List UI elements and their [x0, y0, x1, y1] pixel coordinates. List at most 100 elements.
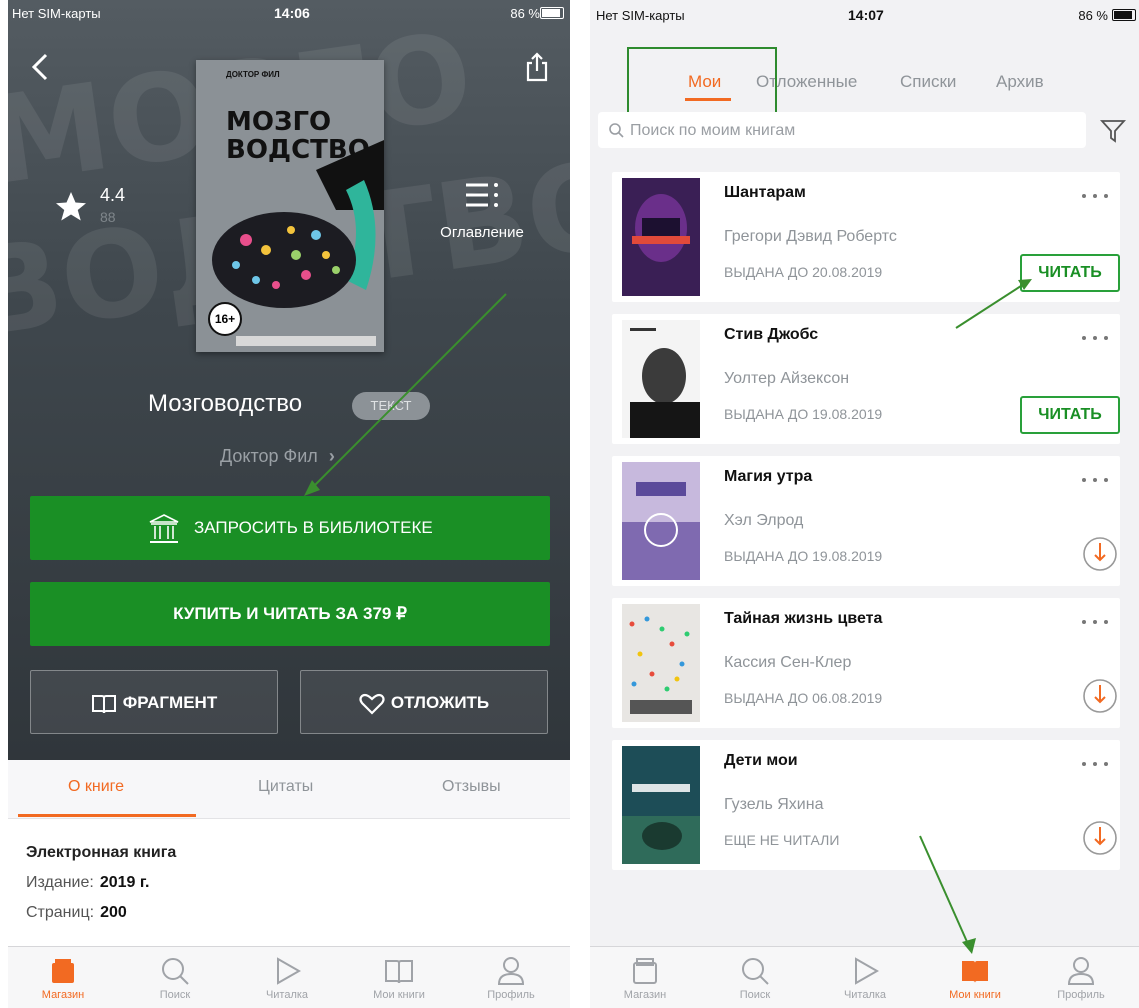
tabbar-my-books[interactable]: Мои книги	[920, 951, 1030, 1001]
info-edition-row: Издание: 2019 г.	[26, 874, 150, 891]
tab-reviews[interactable]: Отзывы	[442, 778, 501, 796]
book-cover[interactable]: ДОКТОР ФИЛ МОЗГО ВОДСТВО 16+	[196, 60, 384, 352]
fragment-label: ФРАГМЕНТ	[122, 693, 218, 712]
tabbar-profile[interactable]: Профиль	[456, 951, 566, 1001]
book-author: Кассия Сен-Клер	[724, 654, 852, 671]
book-author: Хэл Элрод	[724, 512, 804, 529]
search-icon	[742, 958, 769, 985]
fragment-button[interactable]: ФРАГМЕНТ	[30, 670, 278, 734]
book-title: Дети мои	[724, 752, 798, 769]
search-icon	[162, 958, 189, 985]
active-tab-underline	[18, 814, 196, 817]
book-card-my-children[interactable]: Дети мои Гузель Яхина ЕЩЕ НЕ ЧИТАЛИ	[612, 740, 1120, 870]
filter-icon[interactable]	[1100, 118, 1126, 144]
book-author: Гузель Яхина	[724, 796, 824, 813]
book-detail-screen: МОЗГО ВОДСТВО Нет SIM-карты 14:06 86 % Д…	[8, 0, 570, 1008]
book-title: Шантарам	[724, 184, 806, 201]
age-rating-badge: 16+	[208, 302, 242, 336]
carrier-text: Нет SIM-карты	[12, 6, 101, 21]
book-read-status: ЕЩЕ НЕ ЧИТАЛИ	[724, 832, 840, 848]
author-link[interactable]: Доктор Фил ›	[220, 446, 335, 467]
download-icon[interactable]	[1082, 678, 1118, 714]
profile-icon	[1067, 957, 1095, 985]
status-bar: Нет SIM-карты 14:06 86 %	[12, 4, 564, 24]
battery-icon	[540, 7, 564, 19]
tab-quotes[interactable]: Цитаты	[258, 778, 313, 796]
tabbar-search[interactable]: Поиск	[120, 951, 230, 1001]
toc-button[interactable]: Оглавление	[422, 180, 542, 241]
tabbar-my-books[interactable]: Мои книги	[344, 951, 454, 1001]
book-info-body: Электронная книга Издание: 2019 г. Страни…	[26, 844, 176, 934]
book-cover-thumbnail	[622, 746, 700, 864]
back-icon[interactable]	[28, 52, 54, 82]
more-options-icon[interactable]	[1080, 760, 1110, 768]
edition-value: 2019 г.	[99, 874, 150, 891]
book-cover-thumbnail	[622, 604, 700, 722]
read-button[interactable]: ЧИТАТЬ	[1020, 396, 1120, 434]
tabbar-store[interactable]: Магазин	[590, 951, 700, 1001]
open-book-icon	[91, 694, 116, 713]
request-library-button[interactable]: ЗАПРОСИТЬ В БИБЛИОТЕКЕ	[30, 496, 550, 560]
book-author: Грегори Дэвид Робертс	[724, 228, 897, 245]
rating-value: 4.4	[100, 185, 126, 205]
download-icon[interactable]	[1082, 536, 1118, 572]
info-pages-row: Страниц: 200	[26, 904, 127, 921]
defer-button[interactable]: ОТЛОЖИТЬ	[300, 670, 548, 734]
more-options-icon[interactable]	[1080, 476, 1110, 484]
request-library-label: ЗАПРОСИТЬ В БИБЛИОТЕКЕ	[193, 518, 433, 537]
book-card-secret-life-of-color[interactable]: Тайная жизнь цвета Кассия Сен-Клер ВЫДАН…	[612, 598, 1120, 728]
tabbar-search[interactable]: Поиск	[700, 951, 810, 1001]
battery-percent: 86 %	[510, 6, 540, 21]
library-icon	[149, 513, 179, 543]
search-placeholder: Поиск по моим книгам	[630, 122, 796, 139]
carrier-text: Нет SIM-карты	[596, 8, 685, 23]
book-card-steve-jobs[interactable]: Стив Джобс Уолтер Айзексон ВЫДАНА ДО 19.…	[612, 314, 1120, 444]
battery-icon	[1112, 9, 1136, 21]
search-input[interactable]: Поиск по моим книгам	[598, 112, 1086, 148]
store-icon	[52, 959, 74, 983]
book-title: Магия утра	[724, 468, 813, 485]
pages-value: 200	[100, 904, 127, 921]
heart-icon	[359, 693, 385, 715]
book-card-shantaram[interactable]: Шантарам Грегори Дэвид Робертс ВЫДАНА ДО…	[612, 172, 1120, 302]
more-options-icon[interactable]	[1080, 192, 1110, 200]
status-bar: Нет SIM-карты 14:07 86 %	[596, 6, 1136, 26]
tab-archive[interactable]: Архив	[996, 72, 1044, 92]
more-options-icon[interactable]	[1080, 334, 1110, 342]
book-author: Уолтер Айзексон	[724, 370, 850, 387]
tabbar-profile[interactable]: Профиль	[1026, 951, 1136, 1001]
play-icon	[277, 957, 302, 985]
book-loan-status: ВЫДАНА ДО 19.08.2019	[724, 406, 883, 422]
book-info-panel: О книге Цитаты Отзывы Электронная книга …	[8, 760, 570, 950]
play-icon	[855, 957, 880, 985]
book-cover-thumbnail	[622, 462, 700, 580]
book-icon	[385, 960, 413, 984]
tabbar-reader[interactable]: Читалка	[810, 951, 920, 1001]
book-cover-thumbnail	[622, 320, 700, 438]
book-cover-thumbnail	[622, 178, 700, 296]
book-loan-status: ВЫДАНА ДО 06.08.2019	[724, 690, 883, 706]
book-title: Мозговодство	[148, 390, 303, 417]
defer-label: ОТЛОЖИТЬ	[390, 693, 490, 712]
tab-lists[interactable]: Списки	[900, 72, 956, 92]
book-title: Тайная жизнь цвета	[724, 610, 883, 627]
read-button[interactable]: ЧИТАТЬ	[1020, 254, 1120, 292]
battery-percent: 86 %	[1078, 8, 1108, 23]
profile-icon	[497, 957, 525, 985]
share-icon[interactable]	[524, 52, 550, 82]
my-books-screen: Нет SIM-карты 14:07 86 % Мои Отложенные …	[590, 0, 1139, 1008]
info-tabs: О книге Цитаты Отзывы	[8, 760, 570, 819]
book-loan-status: ВЫДАНА ДО 19.08.2019	[724, 548, 883, 564]
book-card-morning-magic[interactable]: Магия утра Хэл Элрод ВЫДАНА ДО 19.08.201…	[612, 456, 1120, 586]
tabbar-reader[interactable]: Читалка	[232, 951, 342, 1001]
tab-about[interactable]: О книге	[68, 778, 124, 796]
rating-count: 88	[100, 209, 116, 225]
toc-label: Оглавление	[440, 224, 524, 241]
book-title: Стив Джобс	[724, 326, 819, 343]
download-icon[interactable]	[1082, 820, 1118, 856]
book-icon	[962, 961, 988, 983]
tabbar-store[interactable]: Магазин	[8, 951, 118, 1001]
more-options-icon[interactable]	[1080, 618, 1110, 626]
buy-button[interactable]: КУПИТЬ И ЧИТАТЬ ЗА 379 ₽	[30, 582, 550, 646]
search-icon	[609, 123, 624, 138]
